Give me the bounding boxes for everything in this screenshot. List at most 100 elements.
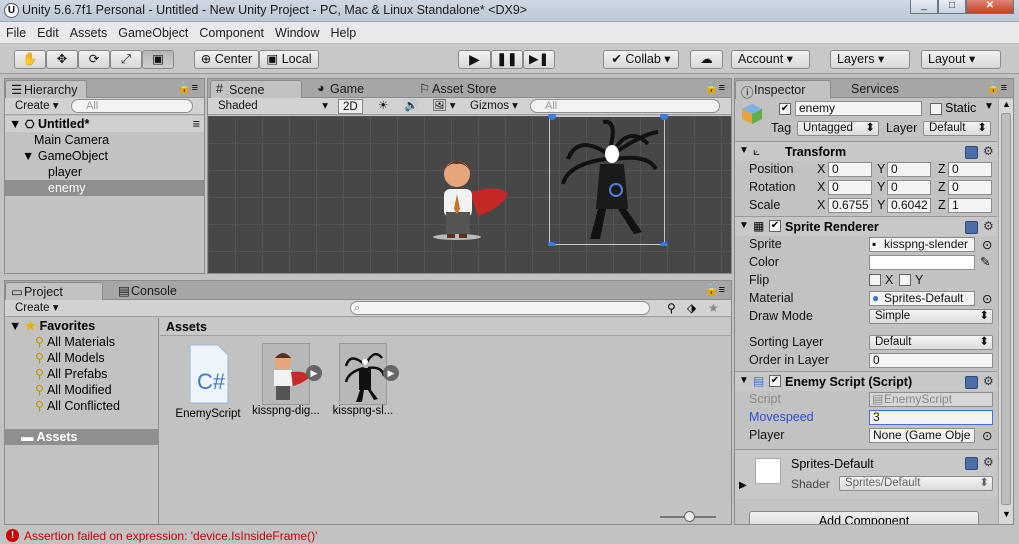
movespeed-input[interactable]: 3 [869,410,993,425]
help-book-icon[interactable] [965,146,978,159]
scrollbar-thumb[interactable] [1001,113,1011,505]
shader-dropdown[interactable]: Sprites/Default ⬍ [839,476,993,491]
effects-toggle-icon[interactable]: 🖼 ▾ [428,99,460,114]
scale-z-field[interactable]: 1 [948,198,992,213]
gizmos-dropdown[interactable]: Gizmos ▾ [466,99,522,114]
play-button[interactable]: ▶ [458,50,491,69]
sorting-layer-dropdown[interactable]: Default ⬍ [869,335,993,350]
pause-button[interactable]: ❚❚ [491,50,523,69]
menu-gameobject[interactable]: GameObject [112,22,193,40]
panel-menu-icon[interactable]: 🔒≡ [178,81,198,94]
pivot-local-button[interactable]: ▣ Local [259,50,319,69]
transform-header[interactable]: ▼ ⟀ Transform ⚙ [735,141,997,161]
tab-inspector[interactable]: ⓘ Inspector [735,80,831,100]
create-dropdown[interactable]: Create ▾ [11,99,63,114]
sprite-renderer-header[interactable]: ▼ ▦ ✔ Sprite Renderer ⚙ [735,216,997,236]
player-sprite[interactable] [430,154,510,244]
menu-assets[interactable]: Assets [64,22,113,40]
hierarchy-item-enemy[interactable]: enemy [5,180,204,196]
tab-asset-store[interactable]: ⚐ Asset Store [414,80,524,98]
mode-2d-toggle[interactable]: 2D [338,99,363,114]
expand-arrow-icon[interactable]: ▶ [306,365,322,381]
layer-dropdown[interactable]: Default ⬍ [923,121,991,136]
scene-menu-icon[interactable]: ≡ [193,116,204,132]
tab-scene[interactable]: # Scene [210,80,302,99]
favorite-all-conflicted[interactable]: ⚲ All Conflicted [5,398,158,414]
gear-icon[interactable]: ⚙ [983,219,994,233]
maximize-button[interactable]: □ [938,0,966,14]
hierarchy-search-input[interactable]: All [71,99,193,113]
expand-arrow-icon[interactable]: ▶ [739,480,747,491]
tab-project[interactable]: ▭ Project [5,282,103,301]
rotation-x-field[interactable]: 0 [828,180,872,195]
shading-mode-dropdown[interactable]: Shaded ▾ [214,99,332,114]
menu-help[interactable]: Help [324,22,361,40]
audio-toggle-icon[interactable]: 🔊 [400,99,422,114]
cloud-icon[interactable]: ☁ [690,50,723,69]
project-panel-menu-icon[interactable]: 🔒≡ [705,283,725,296]
inspector-panel-menu-icon[interactable]: 🔒≡ [987,81,1007,94]
asset-enemyscript[interactable]: C# EnemyScript [172,343,244,420]
slider-thumb[interactable] [684,511,695,522]
layers-dropdown[interactable]: Layers ▾ [830,50,910,69]
expand-arrow-icon[interactable]: ▶ [383,365,399,381]
order-in-layer-field[interactable]: 0 [869,353,993,368]
favorite-all-materials[interactable]: ⚲ All Materials [5,334,158,350]
assets-folder-node[interactable]: ▬ Assets [5,429,158,445]
filter-type-icon[interactable]: ⚲ [667,301,676,315]
hierarchy-item-gameobject[interactable]: ▼ GameObject [5,148,204,164]
pivot-center-button[interactable]: ⊕ Center [194,50,259,69]
color-swatch[interactable] [869,255,975,270]
rotate-tool-icon[interactable]: ⟳ [78,50,110,69]
status-bar[interactable]: ! Assertion failed on expression: 'devic… [0,527,1019,544]
static-checkbox[interactable] [930,103,942,115]
flip-x-checkbox[interactable] [869,274,881,286]
scene-viewport[interactable] [208,114,731,273]
object-picker-icon[interactable]: ⊙ [982,237,992,252]
material-field[interactable]: ● Sprites-Default [869,291,975,306]
active-checkbox[interactable]: ✔ [779,103,791,115]
menu-component[interactable]: Component [193,22,269,40]
rotation-y-field[interactable]: 0 [887,180,931,195]
tab-console[interactable]: ▤ Console [113,282,197,300]
hierarchy-item-main-camera[interactable]: Main Camera [5,132,204,148]
enemy-script-header[interactable]: ▼ ▤ ✔ Enemy Script (Script) ⚙ [735,371,997,391]
scale-tool-icon[interactable]: ⤢ [110,50,142,69]
position-z-field[interactable]: 0 [948,162,992,177]
draw-mode-dropdown[interactable]: Simple ⬍ [869,309,993,324]
menu-edit[interactable]: Edit [31,22,64,40]
object-picker-icon[interactable]: ⊙ [982,428,992,443]
gear-icon[interactable]: ⚙ [983,374,994,388]
layout-dropdown[interactable]: Layout ▾ [921,50,1001,69]
sprite-field[interactable]: ▪ kisspng-slender [869,237,975,252]
move-tool-icon[interactable]: ✥ [46,50,78,69]
help-book-icon[interactable] [965,221,978,234]
flip-y-checkbox[interactable] [899,274,911,286]
scene-panel-menu-icon[interactable]: 🔒≡ [705,81,725,94]
favorites-node[interactable]: ▼ ★ Favorites [5,318,158,334]
position-x-field[interactable]: 0 [828,162,872,177]
favorite-all-prefabs[interactable]: ⚲ All Prefabs [5,366,158,382]
collab-dropdown[interactable]: ✔ Collab ▾ [603,50,679,69]
player-field[interactable]: None (Game Obje [869,428,975,443]
label-tag-icon[interactable]: ⬗ [687,301,696,315]
step-button[interactable]: ▶❚ [523,50,555,69]
eyedropper-icon[interactable]: ✎ [980,254,990,269]
object-picker-icon[interactable]: ⊙ [982,291,992,306]
favorite-all-models[interactable]: ⚲ All Models [5,350,158,366]
minimize-button[interactable]: _ [910,0,938,14]
project-create-dropdown[interactable]: Create ▾ [11,301,63,316]
scene-root[interactable]: ▼ ⎔ Untitled* ≡ [5,116,204,132]
scale-y-field[interactable]: 0.6042 [887,198,931,213]
tag-dropdown[interactable]: Untagged ⬍ [797,121,879,136]
sprite-renderer-enabled-checkbox[interactable]: ✔ [769,220,781,232]
favorite-all-modified[interactable]: ⚲ All Modified [5,382,158,398]
inspector-scrollbar[interactable]: ▲ ▼ [998,99,1013,524]
tab-game[interactable]: ◕ Game [312,80,394,98]
hierarchy-item-player[interactable]: player [5,164,204,180]
hand-tool-icon[interactable]: ✋ [14,50,46,69]
gear-icon[interactable]: ⚙ [983,455,994,469]
favorite-star-icon[interactable]: ★ [708,301,719,315]
help-book-icon[interactable] [965,376,978,389]
scale-x-field[interactable]: 0.6755 [828,198,872,213]
